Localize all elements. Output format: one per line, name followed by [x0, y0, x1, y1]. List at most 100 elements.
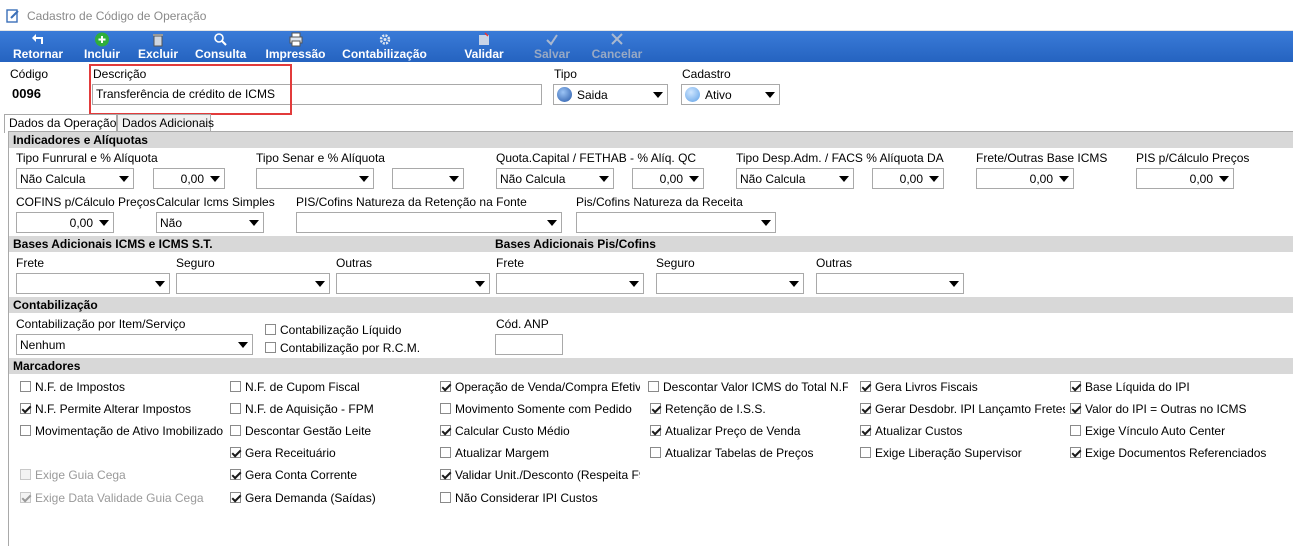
base-pis-outras-select[interactable]: [816, 273, 964, 294]
checkbox-box: [1070, 381, 1081, 392]
base-icms-outras-select[interactable]: [336, 273, 490, 294]
cofins-calc-value: 0,00: [69, 216, 93, 230]
checkbox-box: [20, 381, 31, 392]
pis-receita-label: Pis/Cofins Natureza da Receita: [576, 195, 743, 209]
tipo-select[interactable]: Saida: [553, 84, 668, 105]
marcador-checkbox[interactable]: Descontar Valor ICMS do Total N.F. -: [648, 379, 848, 395]
funrural-pct-select[interactable]: 0,00: [153, 168, 225, 189]
marcador-checkbox[interactable]: Atualizar Custos: [860, 423, 1065, 439]
marcador-checkbox[interactable]: Exige Liberação Supervisor: [860, 445, 1065, 461]
cancelar-button[interactable]: Cancelar: [590, 31, 644, 62]
chevron-down-icon: [210, 176, 220, 182]
marcador-checkbox[interactable]: N.F. de Aquisição - FPM: [230, 401, 435, 417]
contabilizacao-button[interactable]: Contabilização: [342, 31, 427, 62]
trash-icon: [153, 34, 163, 47]
salvar-label: Salvar: [533, 47, 571, 61]
quota-value: Não Calcula: [500, 172, 566, 186]
marcador-checkbox[interactable]: N.F. de Cupom Fiscal: [230, 379, 435, 395]
marcador-checkbox[interactable]: Não Considerar IPI Custos: [440, 490, 640, 506]
cadastro-select[interactable]: Ativo: [681, 84, 780, 105]
cod-anp-field[interactable]: [495, 334, 563, 355]
base-icms-outras-label: Outras: [336, 256, 373, 270]
frete-outras-select[interactable]: 0,00: [976, 168, 1074, 189]
marcador-checkbox[interactable]: Calcular Custo Médio: [440, 423, 640, 439]
retornar-label: Retornar: [12, 47, 63, 61]
checkbox-box: [20, 403, 31, 414]
marcador-checkbox[interactable]: Exige Vínculo Auto Center: [1070, 423, 1275, 439]
chevron-down-icon: [449, 176, 459, 182]
validar-button[interactable]: Validar: [462, 31, 506, 62]
title-bar: Cadastro de Código de Operação: [0, 0, 1293, 31]
icms-simples-select[interactable]: Não: [156, 212, 264, 233]
consulta-button[interactable]: Consulta: [195, 31, 246, 62]
chevron-down-icon: [1059, 176, 1069, 182]
marcador-label: Descontar Gestão Leite: [245, 424, 372, 438]
marcador-checkbox[interactable]: Gera Livros Fiscais: [860, 379, 1065, 395]
desp-select[interactable]: Não Calcula: [736, 168, 854, 189]
quota-pct-select[interactable]: 0,00: [632, 168, 704, 189]
marcador-label: Calcular Custo Médio: [455, 424, 570, 438]
marcador-label: Operação de Venda/Compra Efetiva: [455, 380, 640, 394]
marcador-checkbox[interactable]: Gera Conta Corrente: [230, 467, 435, 483]
marcador-checkbox[interactable]: Exige Documentos Referenciados: [1070, 445, 1275, 461]
codigo-label: Código: [10, 67, 49, 81]
base-pis-seguro-select[interactable]: [656, 273, 804, 294]
checkbox-box: [650, 447, 661, 458]
checkbox-box: [230, 447, 241, 458]
tab-dados-adicionais[interactable]: Dados Adicionais: [117, 114, 214, 132]
marcador-checkbox[interactable]: Gera Receituário: [230, 445, 435, 461]
cofins-calc-select[interactable]: 0,00: [16, 212, 114, 233]
marcador-checkbox[interactable]: Exige Data Validade Guia Cega: [20, 490, 225, 506]
salvar-button[interactable]: Salvar: [531, 31, 573, 62]
incluir-button[interactable]: Incluir: [82, 31, 122, 62]
desp-value: Não Calcula: [740, 172, 806, 186]
marcador-label: Gera Conta Corrente: [245, 468, 358, 482]
checkbox-box: [440, 447, 451, 458]
base-icms-seguro-select[interactable]: [176, 273, 330, 294]
retornar-button[interactable]: Retornar: [10, 31, 66, 62]
pis-receita-select[interactable]: [576, 212, 776, 233]
base-icms-frete-select[interactable]: [16, 273, 170, 294]
marcador-checkbox[interactable]: Atualizar Tabelas de Preços: [650, 445, 850, 461]
contab-liquido-checkbox[interactable]: Contabilização Líquido: [265, 322, 425, 338]
base-pis-frete-select[interactable]: [496, 273, 644, 294]
globe-icon: [557, 87, 572, 102]
desp-pct-select[interactable]: 0,00: [872, 168, 944, 189]
impressao-button[interactable]: Impressão: [264, 31, 327, 62]
quota-select[interactable]: Não Calcula: [496, 168, 614, 189]
marcador-checkbox[interactable]: Atualizar Margem: [440, 445, 640, 461]
marcador-checkbox[interactable]: Descontar Gestão Leite: [230, 423, 435, 439]
status-dot-icon: [685, 87, 700, 102]
marcador-label: Gerar Desdobr. IPI Lançamto Fretes: [875, 402, 1065, 416]
marcador-checkbox[interactable]: N.F. de Impostos: [20, 379, 225, 395]
excluir-button[interactable]: Excluir: [138, 31, 178, 62]
funrural-select[interactable]: Não Calcula: [16, 168, 134, 189]
marcador-checkbox[interactable]: Base Líquida do IPI: [1070, 379, 1275, 395]
contab-rcm-checkbox[interactable]: Contabilização por R.C.M.: [265, 340, 425, 356]
marcador-checkbox[interactable]: Operação de Venda/Compra Efetiva: [440, 379, 640, 395]
senar-pct-select[interactable]: [392, 168, 464, 189]
marcador-checkbox[interactable]: Atualizar Preço de Venda: [650, 423, 850, 439]
chevron-down-icon: [155, 281, 165, 287]
marcador-checkbox[interactable]: Gerar Desdobr. IPI Lançamto Fretes: [860, 401, 1065, 417]
checkbox-box: [20, 469, 31, 480]
checkbox-box: [230, 403, 241, 414]
marcador-checkbox[interactable]: Valor do IPI = Outras no ICMS: [1070, 401, 1275, 417]
printer-icon: [289, 32, 302, 47]
marcador-checkbox[interactable]: Gera Demanda (Saídas): [230, 490, 435, 506]
marcador-checkbox[interactable]: Movimentação de Ativo Imobilizado: [20, 423, 225, 439]
marcador-checkbox[interactable]: N.F. Permite Alterar Impostos: [20, 401, 225, 417]
checkbox-box: [1070, 425, 1081, 436]
checkbox-box: [860, 403, 871, 414]
marcador-checkbox[interactable]: Retenção de I.S.S.: [650, 401, 850, 417]
contab-item-select[interactable]: Nenhum: [16, 334, 253, 355]
marcador-label: Exige Documentos Referenciados: [1085, 446, 1267, 460]
marcador-label: Exige Liberação Supervisor: [875, 446, 1022, 460]
marcador-checkbox[interactable]: Validar Unit./Desconto (Respeita F9): [440, 467, 640, 483]
pis-retencao-select[interactable]: [296, 212, 562, 233]
marcador-checkbox[interactable]: Exige Guia Cega: [20, 467, 225, 483]
funrural-label: Tipo Funrural e % Alíquota: [16, 151, 158, 165]
marcador-checkbox[interactable]: Movimento Somente com Pedido: [440, 401, 640, 417]
senar-select[interactable]: [256, 168, 374, 189]
pis-calc-select[interactable]: 0,00: [1136, 168, 1234, 189]
